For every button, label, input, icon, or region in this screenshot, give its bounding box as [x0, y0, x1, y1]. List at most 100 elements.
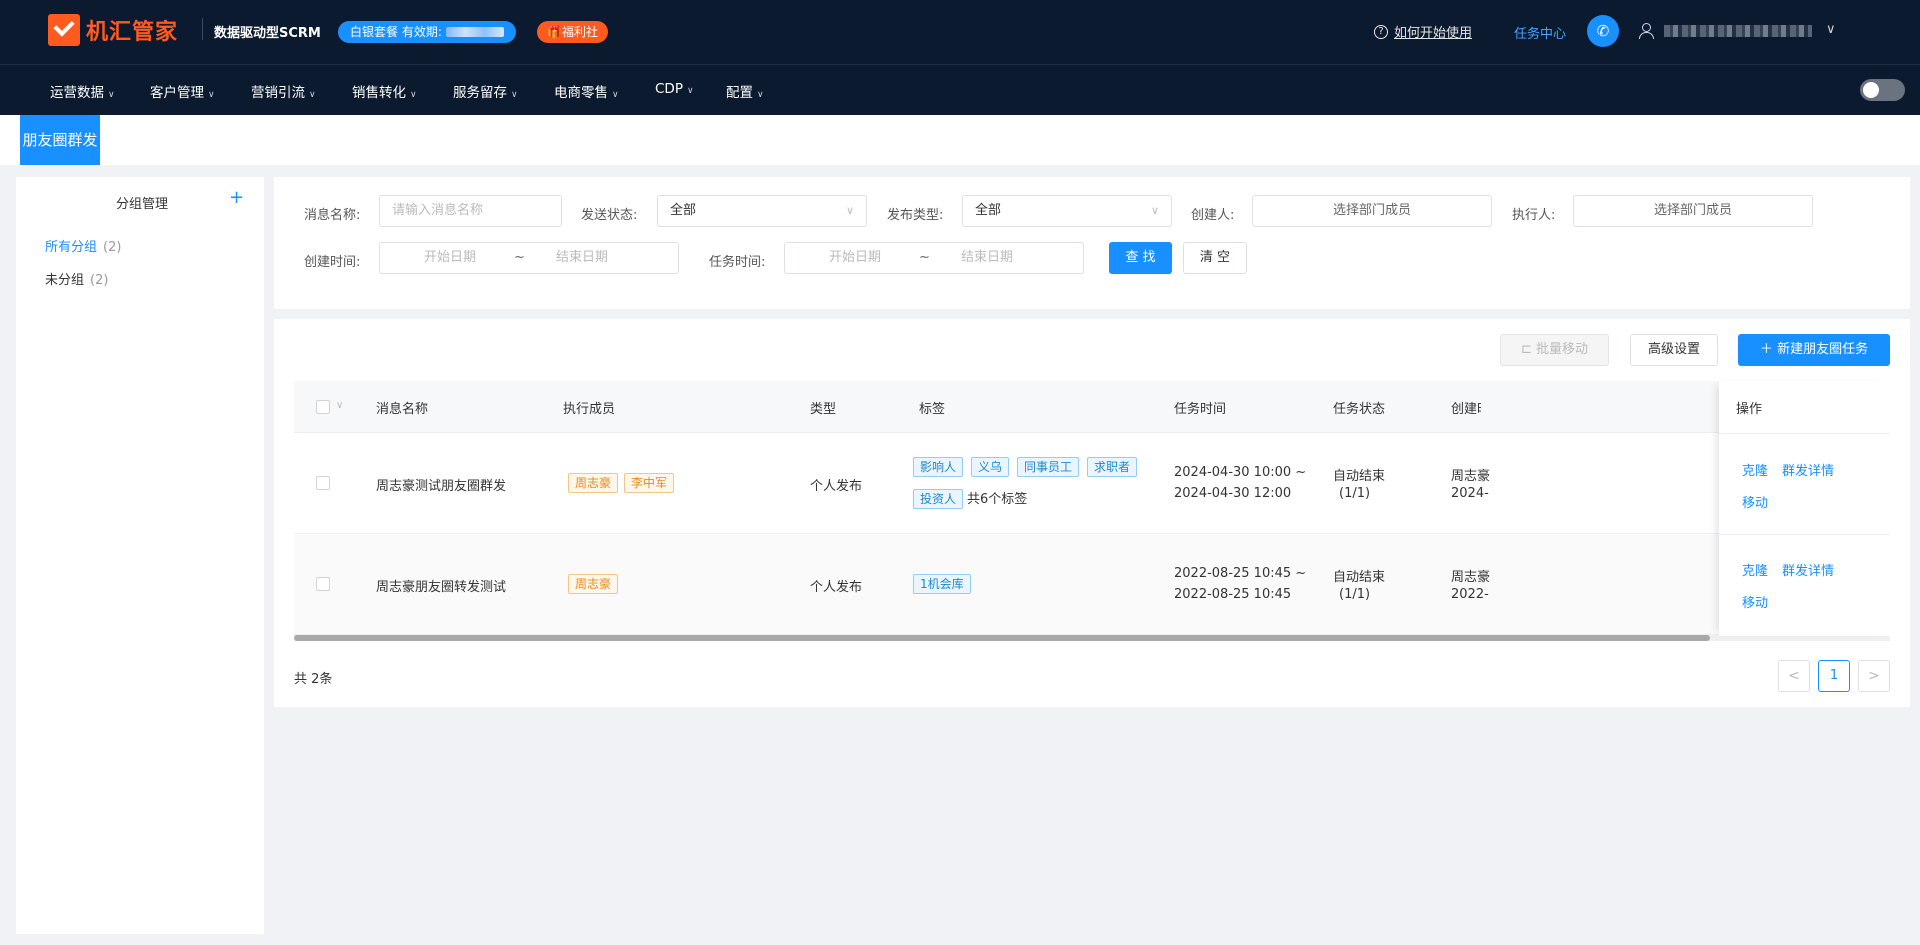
create-start-date[interactable]: 开始日期	[424, 243, 476, 273]
send-status-value: 全部	[670, 203, 697, 218]
col-tags: 标签	[919, 402, 946, 417]
task-start-date[interactable]: 开始日期	[829, 243, 881, 273]
top-header: 机汇管家 数据驱动型SCRM 白银套餐 有效期: 🎁福利社 ? 如何开始使用 任…	[0, 0, 1920, 64]
table-row: 周志豪测试朋友圈群发 周志豪 李中军 个人发布 影响人 义乌 同事员工 求职者 投资人共…	[294, 434, 1890, 534]
logo-text: 机汇管家	[86, 20, 179, 45]
group-item-ungrouped[interactable]: 未分组 (2)	[45, 269, 108, 288]
new-task-label: 新建朋友圈任务	[1777, 342, 1869, 357]
clone-link[interactable]: 克隆	[1742, 460, 1768, 479]
user-name-redacted[interactable]	[1664, 25, 1812, 37]
create-time-range[interactable]: 开始日期 ~ 结束日期	[379, 242, 679, 274]
scrollbar-thumb[interactable]	[294, 635, 1710, 641]
publish-type-select[interactable]: 全部 ∨	[962, 195, 1172, 227]
col-created: 创建时	[1451, 402, 1481, 417]
task-time-range[interactable]: 开始日期 ~ 结束日期	[784, 242, 1084, 274]
nav-item-ecommerce[interactable]: 电商零售 ∨	[554, 81, 619, 101]
divider	[1719, 534, 1890, 535]
row-message-name: 周志豪测试朋友圈群发	[376, 479, 507, 494]
executor-label: 执行人:	[1512, 208, 1556, 223]
col-message-name: 消息名称	[376, 402, 429, 417]
clear-button[interactable]: 清 空	[1183, 242, 1247, 274]
new-moments-task-button[interactable]: ＋ 新建朋友圈任务	[1738, 334, 1890, 366]
nav-label: CDP	[655, 81, 683, 97]
broadcast-detail-link[interactable]: 群发详情	[1782, 460, 1834, 479]
create-time-label: 创建时间:	[304, 255, 361, 270]
advanced-settings-button[interactable]: 高级设置	[1630, 334, 1718, 366]
page-number-button[interactable]: 1	[1818, 660, 1850, 692]
range-separator: ~	[514, 250, 525, 265]
divider	[1719, 433, 1890, 434]
nav-item-marketing[interactable]: 营销引流 ∨	[251, 81, 316, 101]
horizontal-scrollbar[interactable]	[294, 635, 1890, 641]
member-chip: 李中军	[624, 473, 675, 493]
nav-label: 电商零售	[554, 85, 608, 101]
nav-label: 营销引流	[251, 85, 305, 101]
row-checkbox[interactable]	[316, 577, 330, 591]
move-link[interactable]: 移动	[1742, 592, 1768, 611]
nav-label: 配置	[726, 85, 753, 101]
prev-page-button[interactable]: <	[1778, 660, 1810, 692]
row-status: 自动结束	[1333, 469, 1386, 484]
row-created-date: 2024-	[1451, 486, 1489, 501]
broadcast-detail-link[interactable]: 群发详情	[1782, 560, 1834, 579]
logo-check-icon	[48, 14, 80, 46]
row-tags: 影响人 义乌 同事员工 求职者	[913, 457, 1145, 477]
logo[interactable]: 机汇管家	[48, 14, 178, 46]
user-menu-chevron-icon[interactable]: ∨	[1826, 22, 1836, 37]
col-type: 类型	[810, 402, 837, 417]
next-page-button[interactable]: >	[1858, 660, 1890, 692]
nav-item-customer[interactable]: 客户管理 ∨	[150, 81, 215, 101]
nav-item-sales[interactable]: 销售转化 ∨	[352, 81, 417, 101]
select-all-checkbox[interactable]	[316, 400, 330, 414]
tab-moments-broadcast[interactable]: 朋友圈群发	[20, 115, 100, 165]
row-type: 个人发布	[810, 580, 863, 595]
creator-picker[interactable]: 选择部门成员	[1252, 195, 1492, 227]
task-table-panel: ⊏ 批量移动 高级设置 ＋ 新建朋友圈任务 ∨ 消息名称 执行成员 类型 标签 …	[274, 319, 1910, 707]
row-members: 周志豪 李中军	[568, 473, 680, 493]
row-type: 个人发布	[810, 479, 863, 494]
plan-badge-label: 白银套餐 有效期:	[350, 25, 442, 39]
group-item-all[interactable]: 所有分组 (2)	[45, 236, 121, 255]
group-item-label: 未分组	[45, 273, 85, 288]
clone-link[interactable]: 克隆	[1742, 560, 1768, 579]
row-status-count: (1/1)	[1339, 486, 1371, 501]
move-link[interactable]: 移动	[1742, 492, 1768, 511]
task-end-date[interactable]: 结束日期	[961, 243, 1013, 273]
plus-icon: ＋	[1759, 342, 1773, 357]
group-sidebar-title: 分组管理	[116, 197, 169, 212]
nav-item-config[interactable]: 配置 ∨	[726, 81, 764, 101]
message-name-input[interactable]: 请输入消息名称	[379, 195, 562, 227]
batch-move-button[interactable]: ⊏ 批量移动	[1500, 334, 1609, 366]
batch-move-label: 批量移动	[1536, 342, 1589, 357]
create-end-date[interactable]: 结束日期	[556, 243, 608, 273]
tag-chip: 同事员工	[1017, 457, 1080, 477]
nav-item-service[interactable]: 服务留存 ∨	[453, 81, 518, 101]
tag-chip: 求职者	[1087, 457, 1138, 477]
row-message-name: 周志豪朋友圈转发测试	[376, 580, 507, 595]
nav-item-cdp[interactable]: CDP ∨	[655, 81, 694, 97]
nav-label: 销售转化	[352, 85, 406, 101]
task-center-link[interactable]: 任务中心	[1514, 23, 1566, 42]
chevron-down-icon: ∨	[410, 90, 417, 100]
table-header: ∨ 消息名称 执行成员 类型 标签 任务时间 任务状态 创建时	[294, 381, 1890, 433]
phone-icon[interactable]: ✆	[1587, 15, 1619, 47]
add-group-icon[interactable]: +	[229, 187, 244, 208]
tag-chip: 1机会库	[913, 574, 971, 594]
executor-picker[interactable]: 选择部门成员	[1573, 195, 1813, 227]
filter-panel: 消息名称: 请输入消息名称 发送状态: 全部 ∨ 发布类型: 全部 ∨ 创建人:…	[274, 177, 1910, 309]
send-status-select[interactable]: 全部 ∨	[657, 195, 867, 227]
chevron-down-icon: ∨	[757, 90, 764, 100]
nav-item-ops-data[interactable]: 运营数据 ∨	[50, 81, 115, 101]
tags-total: 共6个标签	[967, 492, 1028, 507]
theme-toggle[interactable]	[1860, 79, 1905, 101]
search-button[interactable]: 查 找	[1109, 242, 1172, 274]
row-checkbox[interactable]	[316, 476, 330, 490]
chevron-down-icon: ∨	[612, 90, 619, 100]
row-time-end: 2022-08-25 10:45	[1174, 587, 1292, 602]
chevron-down-icon[interactable]: ∨	[336, 400, 343, 411]
publish-type-label: 发布类型:	[887, 208, 944, 223]
welfare-badge[interactable]: 🎁福利社	[537, 21, 608, 43]
tag-chip: 义乌	[971, 457, 1010, 477]
member-chip: 周志豪	[568, 574, 619, 594]
help-link[interactable]: ? 如何开始使用	[1374, 22, 1472, 41]
